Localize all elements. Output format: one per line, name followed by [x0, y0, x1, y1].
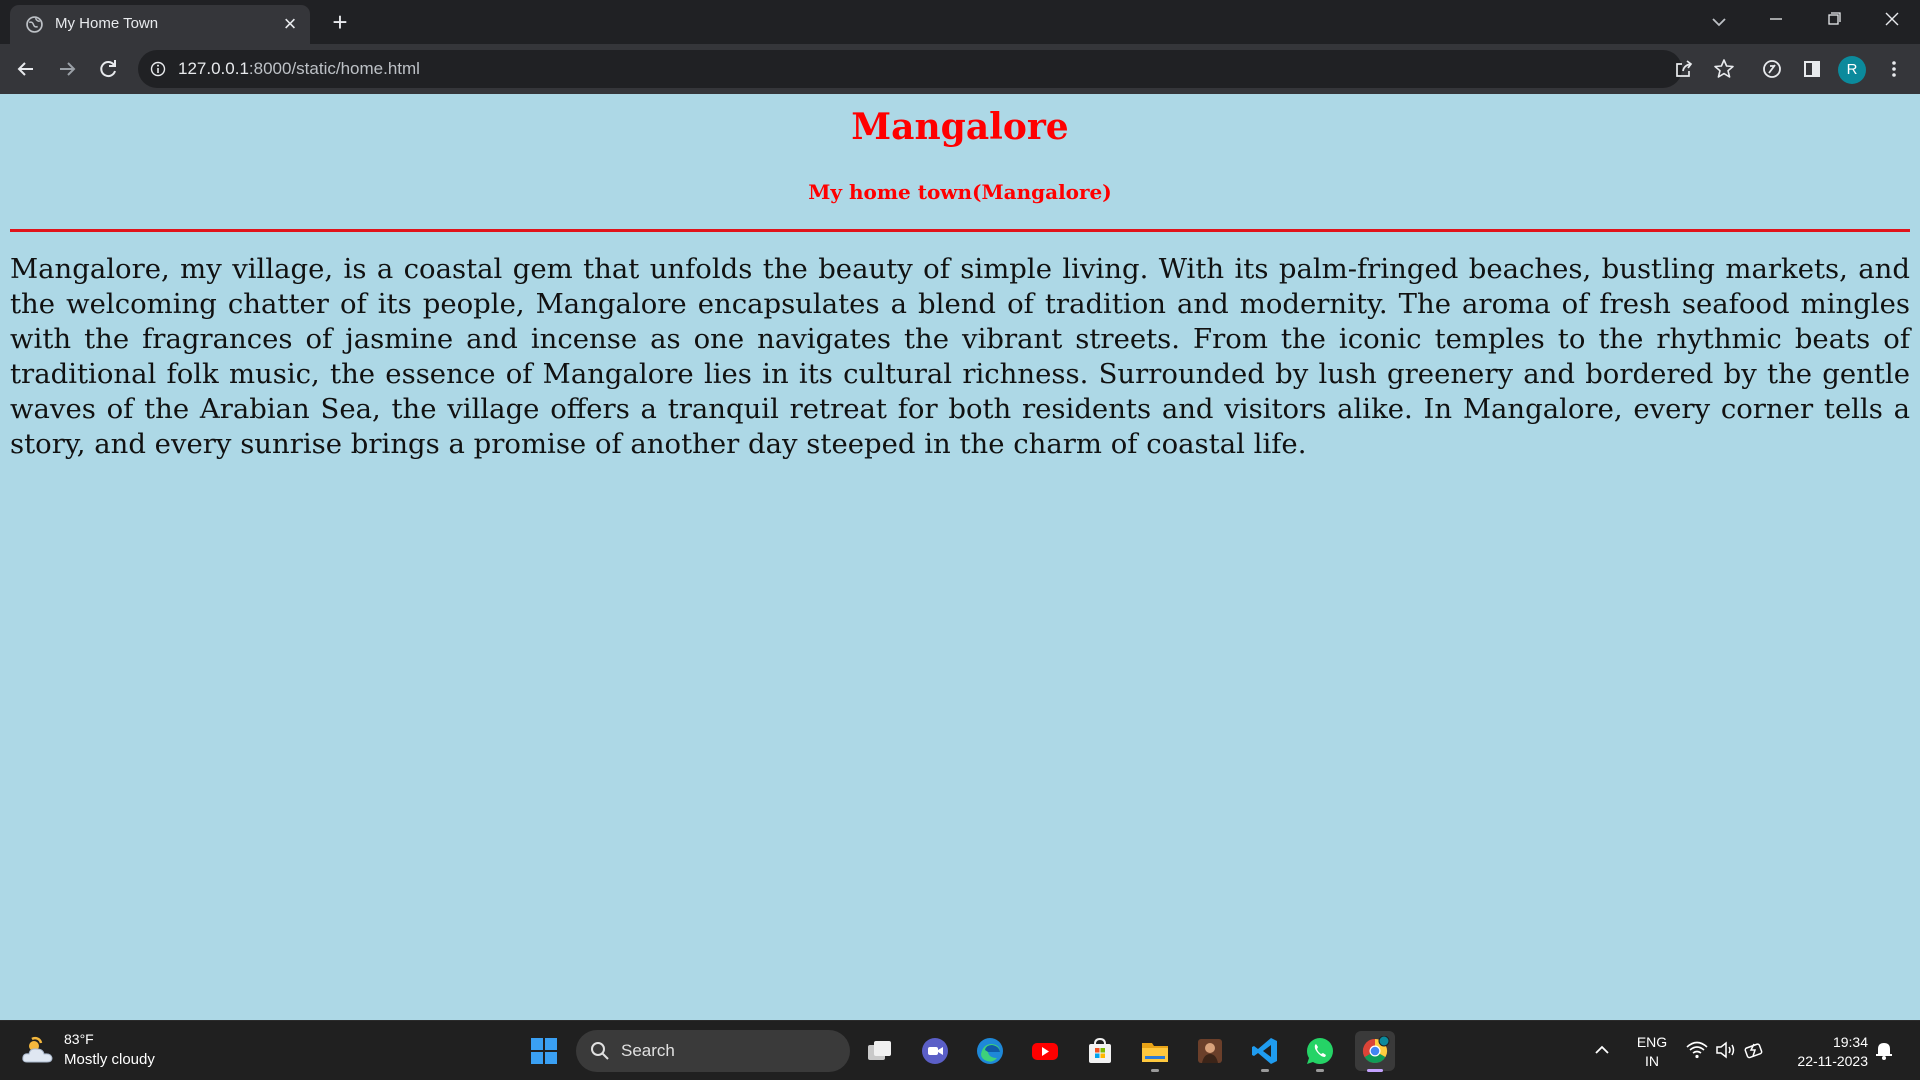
taskbar-search[interactable]: Search: [576, 1030, 850, 1072]
chrome-icon: [1362, 1036, 1390, 1064]
whatsapp-icon: [1307, 1038, 1333, 1064]
profile-avatar[interactable]: R: [1838, 56, 1866, 84]
address-bar[interactable]: 127.0.0.1:8000/static/home.html: [138, 50, 1734, 88]
windows-start-icon: [531, 1038, 557, 1064]
clock[interactable]: 19:34 22-11-2023: [1770, 1033, 1868, 1071]
forward-arrow-icon[interactable]: [53, 55, 81, 83]
photo-app-button[interactable]: [1190, 1031, 1230, 1071]
file-explorer-icon: [1142, 1043, 1168, 1062]
extensions-icon[interactable]: [1758, 55, 1786, 83]
store-app-button[interactable]: [1080, 1031, 1120, 1071]
browser-toolbar: 127.0.0.1:8000/static/home.html R: [0, 44, 1920, 94]
url-host: 127.0.0.1: [178, 59, 249, 78]
search-label: Search: [621, 1041, 675, 1060]
side-panel-icon[interactable]: [1798, 55, 1826, 83]
battery-charging-icon[interactable]: [1743, 1038, 1767, 1062]
page-title: Mangalore: [851, 106, 1069, 148]
edge-app-button[interactable]: [970, 1031, 1010, 1071]
windows-taskbar: 83°F Mostly cloudy Search ENG IN 19:34 2…: [0, 1020, 1920, 1080]
chrome-app-button[interactable]: [1355, 1031, 1395, 1072]
bookmark-star-icon[interactable]: [1710, 55, 1738, 83]
globe-icon: [26, 16, 43, 33]
whatsapp-app-button[interactable]: [1300, 1031, 1340, 1072]
browser-tab[interactable]: My Home Town ×: [10, 5, 310, 44]
url-text[interactable]: 127.0.0.1:8000/static/home.html: [178, 59, 420, 79]
site-info-icon[interactable]: [150, 61, 166, 77]
cloudy-weather-icon: [22, 1036, 53, 1063]
weather-description: Mostly cloudy: [64, 1051, 155, 1068]
weather-temperature: 83°F: [64, 1031, 94, 1047]
horizontal-rule: [10, 229, 1910, 232]
search-icon: [591, 1042, 609, 1060]
running-indicator: [1151, 1069, 1159, 1072]
browser-tab-strip: My Home Town × +: [0, 0, 1920, 44]
share-icon[interactable]: [1670, 55, 1698, 83]
reload-icon[interactable]: [94, 55, 122, 83]
task-view-button[interactable]: [860, 1031, 900, 1071]
back-arrow-icon[interactable]: [12, 55, 40, 83]
task-view-icon: [868, 1041, 891, 1060]
volume-icon[interactable]: [1714, 1038, 1738, 1062]
tab-title: My Home Town: [55, 15, 159, 32]
meet-icon: [922, 1038, 948, 1064]
meet-app-button[interactable]: [915, 1031, 955, 1071]
clock-time: 19:34: [1832, 1034, 1868, 1050]
region-code: IN: [1645, 1053, 1659, 1069]
menu-kebab-icon[interactable]: [1880, 55, 1908, 83]
language-code: ENG: [1636, 1034, 1668, 1050]
minimize-icon[interactable]: [1748, 0, 1804, 40]
tab-search-chevron-icon[interactable]: [1705, 8, 1733, 36]
page-subtitle: My home town(Mangalore): [808, 180, 1112, 204]
vscode-app-button[interactable]: [1245, 1031, 1285, 1072]
active-indicator: [1367, 1069, 1383, 1072]
youtube-app-button[interactable]: [1025, 1031, 1065, 1071]
running-indicator: [1261, 1069, 1269, 1072]
clock-date: 22-11-2023: [1797, 1053, 1868, 1069]
store-icon: [1089, 1037, 1111, 1063]
edge-icon: [977, 1038, 1003, 1064]
intro-paragraph: Mangalore, my village, is a coastal gem …: [10, 253, 1910, 460]
restore-icon[interactable]: [1806, 0, 1862, 40]
vscode-icon: [1252, 1038, 1277, 1064]
close-window-icon[interactable]: [1864, 0, 1920, 40]
tab-close-button[interactable]: ×: [278, 12, 302, 36]
chevron-up-icon[interactable]: [1590, 1038, 1614, 1062]
url-path: :8000/static/home.html: [248, 59, 420, 78]
start-button[interactable]: [524, 1031, 564, 1071]
language-indicator[interactable]: ENG IN: [1632, 1033, 1672, 1071]
file-explorer-app-button[interactable]: [1135, 1031, 1175, 1072]
youtube-icon: [1032, 1043, 1058, 1060]
running-indicator: [1316, 1069, 1324, 1072]
photo-app-icon: [1198, 1039, 1222, 1063]
wifi-icon[interactable]: [1685, 1038, 1709, 1062]
notification-bell-icon[interactable]: [1872, 1038, 1896, 1062]
web-page: Mangalore My home town(Mangalore) Mangal…: [0, 94, 1920, 1020]
new-tab-button[interactable]: +: [326, 8, 354, 36]
